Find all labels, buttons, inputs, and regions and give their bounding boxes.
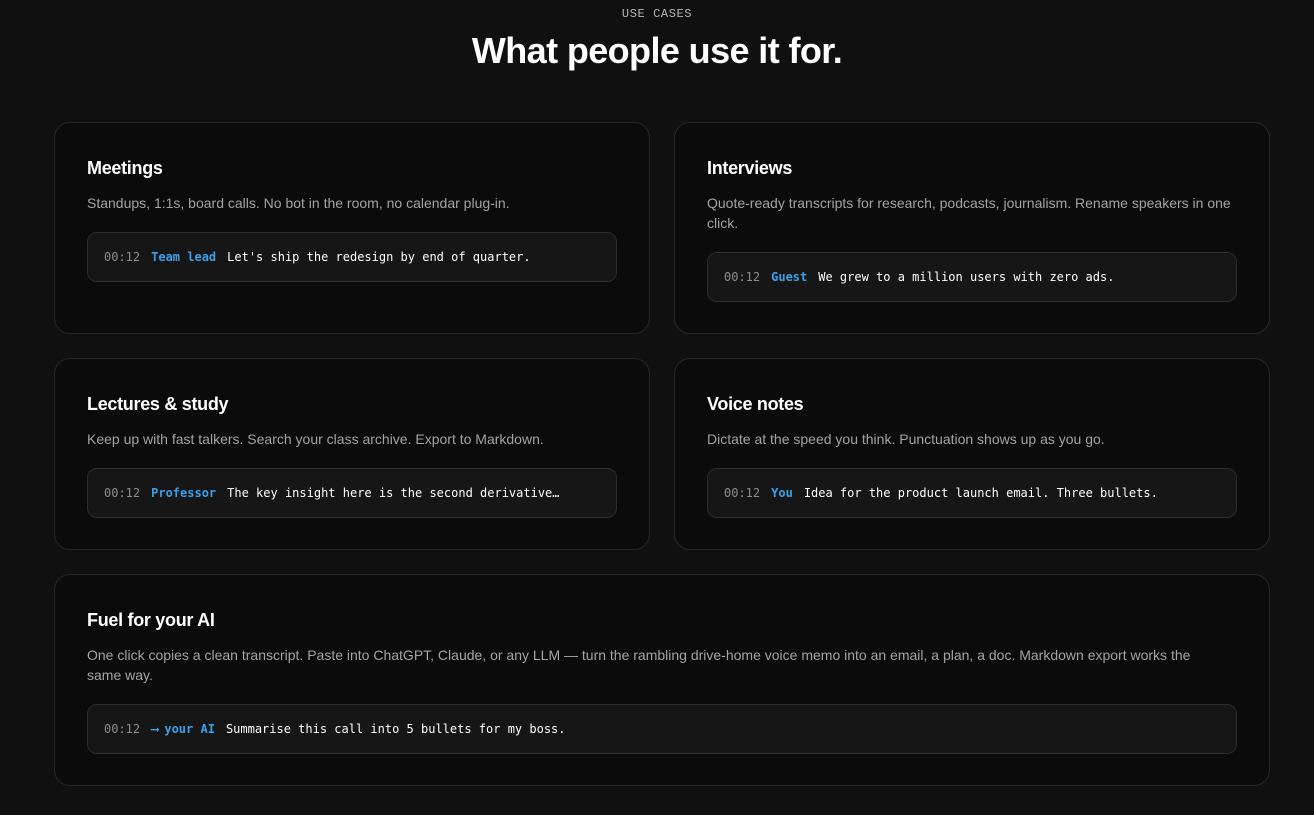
snippet-text: Let's ship the redesign by end of quarte… [227, 250, 531, 264]
snippet-speaker: your AI [164, 722, 215, 736]
snippet-text: We grew to a million users with zero ads… [818, 270, 1115, 284]
snippet-timestamp: 00:12 [724, 270, 761, 284]
use-case-card-voice-notes: Voice notes Dictate at the speed you thi… [674, 358, 1270, 550]
card-title: Fuel for your AI [87, 610, 215, 630]
card-description: One click copies a clean transcript. Pas… [87, 647, 1191, 683]
transcript-snippet: 00:12 You Idea for the product launch em… [707, 468, 1237, 518]
snippet-text: The key insight here is the second deriv… [227, 486, 560, 500]
snippet-speaker: You [771, 486, 793, 500]
card-description: Quote-ready transcripts for research, po… [707, 195, 1231, 231]
snippet-timestamp: 00:12 [104, 722, 141, 736]
use-cases-section: USE CASES What people use it for. Meetin… [0, 0, 1314, 815]
snippet-text: Summarise this call into 5 bullets for m… [225, 722, 566, 736]
use-case-card-interviews: Interviews Quote-ready transcripts for r… [674, 122, 1270, 334]
card-description: Dictate at the speed you think. Punctuat… [707, 431, 1105, 447]
card-description: Standups, 1:1s, board calls. No bot in t… [87, 195, 510, 211]
snippet-timestamp: 00:12 [724, 486, 761, 500]
transcript-snippet: 00:12 Guest We grew to a million users w… [707, 252, 1237, 302]
transcript-snippet: 00:12 ⟶ your AI Summarise this call into… [87, 704, 1237, 754]
use-case-card-lectures: Lectures & study Keep up with fast talke… [54, 358, 650, 550]
arrow-right-icon: ⟶ [151, 722, 159, 736]
snippet-speaker: Professor [151, 486, 217, 500]
snippet-speaker: Guest [771, 270, 808, 284]
section-eyebrow: USE CASES [621, 7, 693, 21]
use-case-card-meetings: Meetings Standups, 1:1s, board calls. No… [54, 122, 650, 334]
snippet-timestamp: 00:12 [104, 250, 141, 264]
transcript-snippet: 00:12 Professor The key insight here is … [87, 468, 617, 518]
section-title: What people use it for. [471, 30, 843, 71]
snippet-timestamp: 00:12 [104, 486, 141, 500]
snippet-text: Idea for the product launch email. Three… [803, 486, 1158, 500]
card-title: Interviews [707, 158, 793, 178]
snippet-speaker: Team lead [151, 250, 217, 264]
card-description: Keep up with fast talkers. Search your c… [87, 431, 544, 447]
transcript-snippet: 00:12 Team lead Let's ship the redesign … [87, 232, 617, 282]
card-title: Voice notes [707, 394, 804, 414]
use-case-card-ai: Fuel for your AI One click copies a clea… [54, 574, 1270, 786]
card-title: Lectures & study [87, 394, 229, 414]
card-title: Meetings [87, 158, 163, 178]
